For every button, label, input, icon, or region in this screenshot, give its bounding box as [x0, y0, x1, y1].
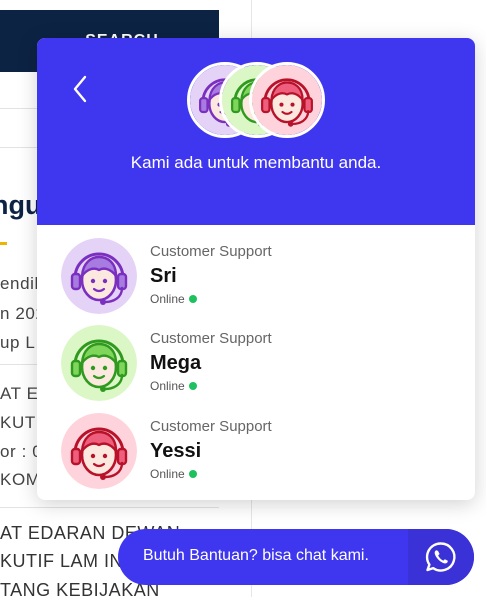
online-dot-icon [188, 470, 197, 478]
chat-launcher-label: Butuh Bantuan? bisa chat kami. [143, 547, 369, 564]
body-text: up L [0, 333, 36, 352]
agent-name: Yessi [150, 440, 202, 462]
chat-icon-area [408, 529, 474, 585]
list-text[interactable]: KUTI [0, 413, 41, 433]
online-dot-icon [188, 382, 197, 390]
header-tagline: Kami ada untuk membantu anda. [130, 153, 382, 172]
agent-name: Sri [150, 265, 177, 287]
agent-role: Customer Support [150, 330, 272, 347]
popup-header: Kami ada untuk membantu anda. [37, 38, 475, 225]
body-text: endil [0, 274, 39, 293]
page: SEARCH ngur endil n 202 up L AT ED KUTI … [0, 0, 486, 597]
agent-item-sri[interactable]: Customer Support Sri Online [61, 238, 461, 318]
support-agent-icon [249, 62, 325, 138]
back-button[interactable] [69, 74, 93, 104]
list-text[interactable]: KUTIF LAM IN [0, 551, 123, 572]
list-text[interactable]: KOM [0, 470, 41, 490]
list-text[interactable]: or : 0 [0, 442, 42, 462]
agent-status: Online [150, 292, 197, 306]
support-chat-popup: Kami ada untuk membantu anda. Customer S… [37, 38, 475, 500]
status-text: Online [150, 379, 185, 393]
heading-underline [0, 242, 7, 245]
support-agent-icon [61, 413, 137, 489]
agent-role: Customer Support [150, 418, 272, 435]
chevron-left-icon [73, 75, 87, 103]
agent-item-mega[interactable]: Customer Support Mega Online [61, 325, 461, 405]
chat-launcher-button[interactable]: Butuh Bantuan? bisa chat kami. [118, 529, 474, 585]
support-agent-icon [61, 325, 137, 401]
online-dot-icon [188, 295, 197, 303]
status-text: Online [150, 467, 185, 481]
agent-status: Online [150, 467, 197, 481]
agent-status: Online [150, 379, 197, 393]
agent-avatar-stack [187, 62, 327, 140]
agent-item-yessi[interactable]: Customer Support Yessi Online [61, 413, 461, 493]
status-text: Online [150, 292, 185, 306]
support-agent-icon [61, 238, 137, 314]
agent-role: Customer Support [150, 243, 272, 260]
agent-name: Mega [150, 352, 202, 374]
whatsapp-icon [425, 542, 456, 572]
divider [0, 507, 219, 508]
